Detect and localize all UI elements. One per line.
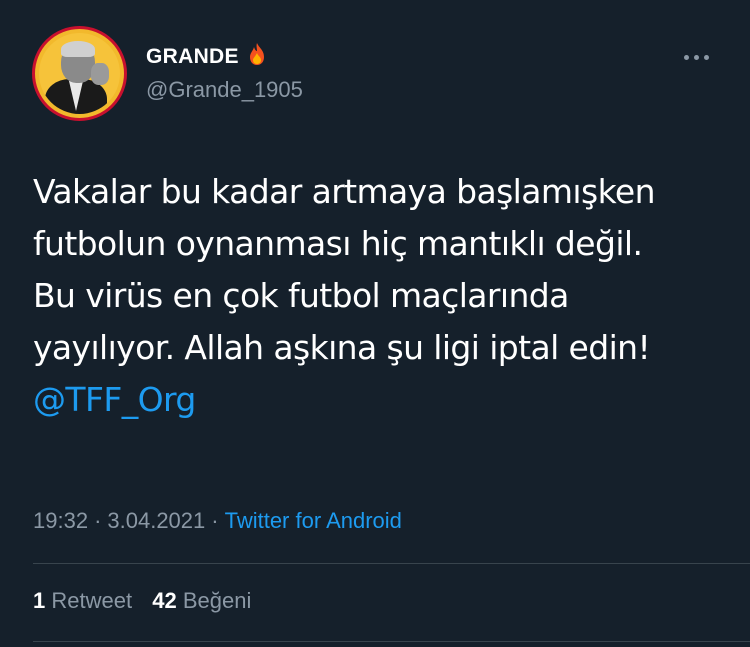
likes-stat[interactable]: 42 Beğeni bbox=[152, 588, 251, 613]
avatar-figure-hair bbox=[61, 41, 95, 57]
divider bbox=[33, 641, 750, 642]
avatar-photo bbox=[39, 33, 120, 114]
tweet-card: GRANDE @Grande_1905 Vakalar bu kadar art… bbox=[0, 0, 750, 647]
meta-separator: · bbox=[94, 508, 102, 533]
tweet-stats: 1 Retweet 42 Beğeni bbox=[33, 588, 265, 614]
tweet-text-line: futbolun oynanması hiç mantıklı değil. bbox=[33, 224, 643, 263]
display-name-text: GRANDE bbox=[146, 45, 239, 68]
fire-icon bbox=[249, 43, 264, 65]
more-options-icon[interactable] bbox=[682, 52, 712, 62]
tweet-text-line: yayılıyor. Allah aşkına şu ligi iptal ed… bbox=[33, 328, 651, 367]
retweet-label: Retweet bbox=[51, 588, 133, 613]
tweet-metadata: 19:32 · 3.04.2021 · Twitter for Android bbox=[33, 508, 402, 534]
like-count: 42 bbox=[152, 588, 177, 613]
tweet-date[interactable]: 3.04.2021 bbox=[107, 508, 205, 533]
like-label: Beğeni bbox=[182, 588, 252, 613]
mention-link[interactable]: @TFF_Org bbox=[33, 374, 733, 426]
divider bbox=[33, 563, 750, 564]
tweet-text-line: Vakalar bu kadar artmaya başlamışken bbox=[33, 172, 656, 211]
retweets-stat[interactable]: 1 Retweet bbox=[33, 588, 132, 613]
display-name[interactable]: GRANDE bbox=[146, 42, 267, 69]
retweet-count: 1 bbox=[33, 588, 46, 613]
tweet-source-link[interactable]: Twitter for Android bbox=[225, 508, 402, 533]
tweet-text-line: Bu virüs en çok futbol maçlarında bbox=[33, 276, 569, 315]
tweet-time[interactable]: 19:32 bbox=[33, 508, 88, 533]
meta-separator: · bbox=[211, 508, 219, 533]
user-handle[interactable]: @Grande_1905 bbox=[146, 77, 303, 103]
tweet-text: Vakalar bu kadar artmaya başlamışken fut… bbox=[33, 166, 733, 426]
avatar-figure-hand bbox=[91, 63, 109, 85]
avatar[interactable] bbox=[32, 26, 127, 121]
